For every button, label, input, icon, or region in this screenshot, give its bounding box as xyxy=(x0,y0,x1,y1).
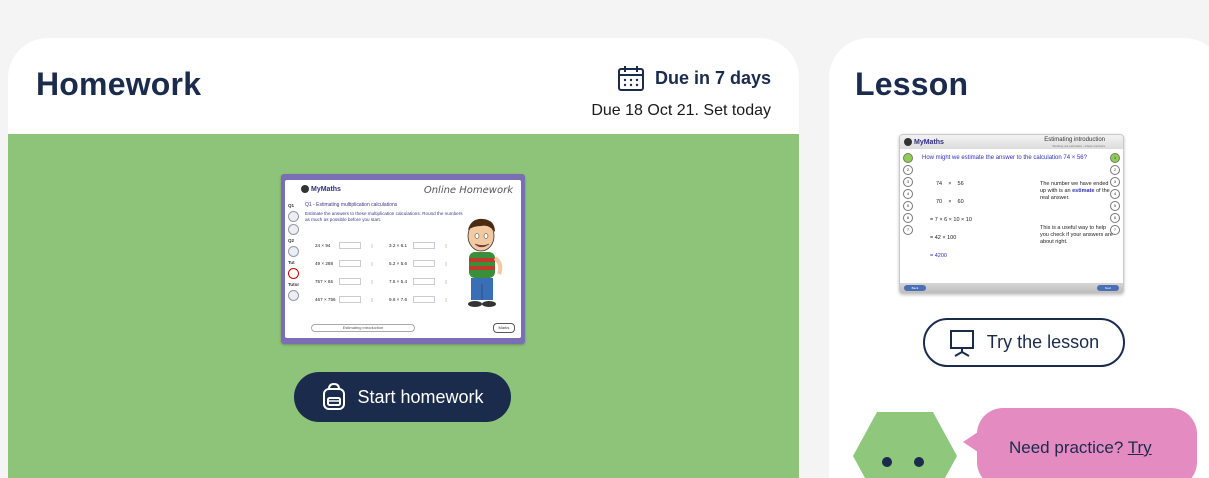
due-date: Due 18 Oct 21. Set today xyxy=(591,102,771,119)
question-row: 24 × 94 ▯ 3.2 × 6.1 ▯ xyxy=(315,242,448,249)
start-homework-button[interactable]: Start homework xyxy=(294,372,511,422)
mymaths-logo: MyMaths xyxy=(904,138,944,146)
try-practice-link[interactable]: Try xyxy=(1128,438,1152,457)
marks-button: Marks xyxy=(493,323,515,333)
cartoon-boy-illustration xyxy=(467,218,503,307)
question-row: 757 × 65 ▯ 7.5 × 5.4 ▯ xyxy=(315,278,448,285)
question-sidebar: Q1 Q2 Tut Tutor xyxy=(288,200,302,303)
calendar-icon xyxy=(617,66,644,91)
working-line: 74 × 56 xyxy=(936,181,964,187)
start-homework-label: Start homework xyxy=(357,386,484,407)
lesson-link-bar: Estimating introduction xyxy=(311,324,415,332)
lesson-thumbnail[interactable]: MyMaths Estimating introduction Working … xyxy=(899,134,1124,294)
homework-title: Homework xyxy=(36,66,202,102)
try-lesson-button[interactable]: Try the lesson xyxy=(923,318,1125,367)
lesson-note: This is a useful way to help you check i… xyxy=(1040,225,1113,245)
lesson-thumbnail-title: Estimating introduction xyxy=(1044,137,1105,143)
working-line: 70 × 60 xyxy=(936,199,964,205)
homework-panel: MyMaths Online Homework Q1 - Estimating … xyxy=(8,134,799,478)
due-info: Due in 7 days Due 18 Oct 21. Set today xyxy=(591,64,771,120)
try-lesson-label: Try the lesson xyxy=(986,332,1100,352)
mymaths-logo: MyMaths xyxy=(301,185,341,193)
question-row: 467 × 756 ▯ 9.6 × 7.6 ▯ xyxy=(315,296,448,303)
online-homework-banner: Online Homework xyxy=(423,185,513,196)
working-line: = 7 × 6 × 10 × 10 xyxy=(930,217,972,223)
question-instruction: Estimate the answers to these multiplica… xyxy=(305,211,463,222)
slide-nav-left: 2 3 4 5 6 7 xyxy=(903,151,913,237)
working-line: = 42 × 100 xyxy=(930,235,957,241)
lesson-note: The number we have ended up with is an e… xyxy=(1040,181,1110,201)
lesson-thumbnail-subtitle: Working out estimates - whole numbers xyxy=(1052,144,1105,148)
question-row: 49 × 288 ▯ 5.2 × 5.6 ▯ xyxy=(315,260,448,267)
lesson-question: How might we estimate the answer to the … xyxy=(922,155,1087,161)
question-title: Q1 - Estimating multiplication calculati… xyxy=(305,202,398,208)
practice-speech-bubble: Need practice? Try xyxy=(977,408,1197,478)
lesson-card: Lesson MyMaths Estimating introduction W… xyxy=(829,38,1209,478)
due-days: Due in 7 days xyxy=(654,67,771,88)
working-line-answer: = 4200 xyxy=(930,253,947,259)
presentation-board-icon xyxy=(949,329,974,357)
backpack-icon xyxy=(323,383,346,410)
homework-thumbnail[interactable]: MyMaths Online Homework Q1 - Estimating … xyxy=(281,174,525,344)
back-button: Back xyxy=(904,285,926,291)
homework-card: Homework Due in 7 days Due 18 Oct 21. Se… xyxy=(8,38,799,478)
next-button: Next xyxy=(1097,285,1119,291)
practice-prompt: Need practice? xyxy=(1009,438,1124,457)
hexagon-mascot-icon xyxy=(853,412,957,478)
lesson-title: Lesson xyxy=(855,66,969,102)
